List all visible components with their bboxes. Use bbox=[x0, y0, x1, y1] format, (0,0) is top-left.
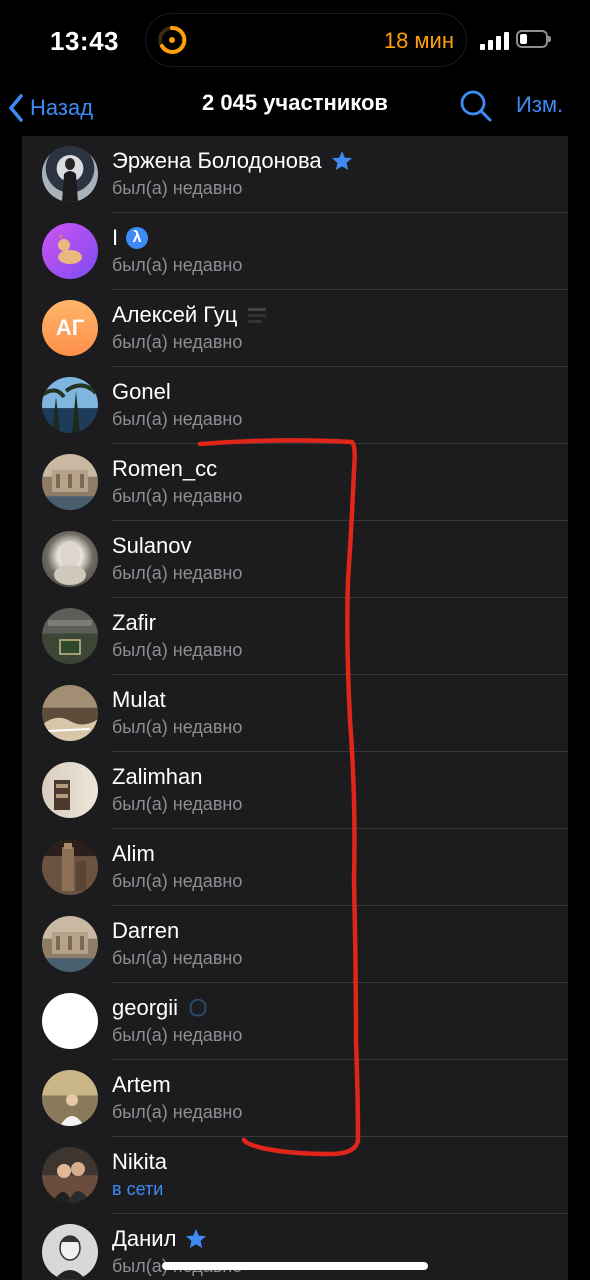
home-indicator[interactable] bbox=[162, 1262, 428, 1270]
star-icon bbox=[186, 1229, 207, 1248]
member-name: Эржена Болодонова bbox=[112, 148, 322, 173]
battery-icon bbox=[516, 30, 551, 48]
member-name: I bbox=[112, 225, 119, 250]
member-status: был(а) недавно bbox=[112, 486, 243, 506]
avatar bbox=[42, 1224, 98, 1280]
member-status: был(а) недавно bbox=[112, 871, 243, 891]
avatar bbox=[42, 608, 98, 664]
list-item[interactable]: Gonel был(а) недавно bbox=[22, 367, 568, 444]
members-list[interactable]: Эржена Болодонова был(а) недавно I λ был… bbox=[22, 136, 568, 1280]
dynamic-island[interactable]: 18 мин bbox=[146, 14, 466, 66]
member-name: Nikita bbox=[112, 1149, 168, 1174]
list-item[interactable]: Alim был(а) недавно bbox=[22, 829, 568, 906]
telegram-members-screen: 13:43 18 мин Назад 2 045 участников Изм.… bbox=[0, 0, 590, 1280]
avatar bbox=[42, 1070, 98, 1126]
member-name: Romen_cc bbox=[112, 456, 218, 481]
status-bar: 13:43 18 мин bbox=[0, 0, 590, 80]
list-item[interactable]: Artem был(а) недавно bbox=[22, 1060, 568, 1137]
avatar bbox=[42, 685, 98, 741]
member-status: был(а) недавно bbox=[112, 1102, 243, 1122]
avatar bbox=[42, 916, 98, 972]
member-name: Данил bbox=[112, 1226, 177, 1251]
cellular-signal-icon bbox=[480, 32, 510, 50]
member-status: был(а) недавно bbox=[112, 332, 243, 352]
avatar bbox=[42, 531, 98, 587]
member-name: Sulanov bbox=[112, 533, 192, 558]
list-item[interactable]: I λ был(а) недавно bbox=[22, 213, 568, 290]
member-status: был(а) недавно bbox=[112, 948, 243, 968]
lambda-icon: λ bbox=[126, 227, 149, 249]
custom-emoji-icon bbox=[248, 308, 267, 323]
avatar-initials: АГ bbox=[55, 315, 85, 340]
member-status: был(а) недавно bbox=[112, 178, 243, 198]
avatar bbox=[42, 223, 98, 279]
avatar bbox=[42, 454, 98, 510]
avatar bbox=[42, 839, 98, 895]
list-item[interactable]: Romen_cc был(а) недавно bbox=[22, 444, 568, 521]
battery-level bbox=[520, 34, 527, 44]
member-name: georgii bbox=[112, 995, 179, 1020]
page-title: 2 045 участников bbox=[202, 90, 388, 115]
star-icon bbox=[331, 151, 352, 170]
avatar bbox=[42, 146, 98, 202]
member-name: Darren bbox=[112, 918, 180, 943]
avatar bbox=[42, 993, 98, 1049]
member-name: Alim bbox=[112, 841, 155, 866]
timer-icon bbox=[158, 25, 187, 54]
timer-text: 18 мин bbox=[383, 28, 454, 53]
member-name: Mulat bbox=[112, 687, 166, 712]
list-item[interactable]: Zafir был(а) недавно bbox=[22, 598, 568, 675]
member-name: Gonel bbox=[112, 379, 171, 404]
list-item[interactable]: Nikita в сети bbox=[22, 1137, 568, 1214]
search-icon[interactable] bbox=[458, 88, 494, 124]
member-status: в сети bbox=[112, 1179, 164, 1199]
member-status: был(а) недавно bbox=[112, 563, 243, 583]
list-item[interactable]: Данил был(а) недавно bbox=[22, 1214, 568, 1280]
edit-button[interactable]: Изм. bbox=[516, 92, 563, 118]
custom-emoji-icon bbox=[189, 998, 207, 1017]
member-status: был(а) недавно bbox=[112, 794, 243, 814]
member-name: Zafir bbox=[112, 610, 156, 635]
list-item[interactable]: Mulat был(а) недавно bbox=[22, 675, 568, 752]
list-item[interactable]: Zalimhan был(а) недавно bbox=[22, 752, 568, 829]
member-status: был(а) недавно bbox=[112, 640, 243, 660]
list-item[interactable]: Darren был(а) недавно bbox=[22, 906, 568, 983]
avatar bbox=[42, 762, 98, 818]
member-status: был(а) недавно bbox=[112, 255, 243, 275]
member-status: был(а) недавно bbox=[112, 409, 243, 429]
list-item[interactable]: Эржена Болодонова был(а) недавно bbox=[22, 136, 568, 213]
avatar: АГ bbox=[42, 300, 98, 356]
list-item[interactable]: АГ Алексей Гуц был(а) недавно bbox=[22, 290, 568, 367]
member-status: был(а) недавно bbox=[112, 717, 243, 737]
list-item[interactable]: georgii был(а) недавно bbox=[22, 983, 568, 1060]
member-status: был(а) недавно bbox=[112, 1025, 243, 1045]
avatar bbox=[42, 377, 98, 433]
navigation-bar: Назад 2 045 участников Изм. bbox=[0, 80, 590, 136]
member-name: Алексей Гуц bbox=[112, 302, 238, 327]
member-name: Zalimhan bbox=[112, 764, 203, 789]
list-item[interactable]: Sulanov был(а) недавно bbox=[22, 521, 568, 598]
avatar bbox=[42, 1147, 98, 1203]
member-name: Artem bbox=[112, 1072, 171, 1097]
status-time: 13:43 bbox=[50, 26, 119, 56]
